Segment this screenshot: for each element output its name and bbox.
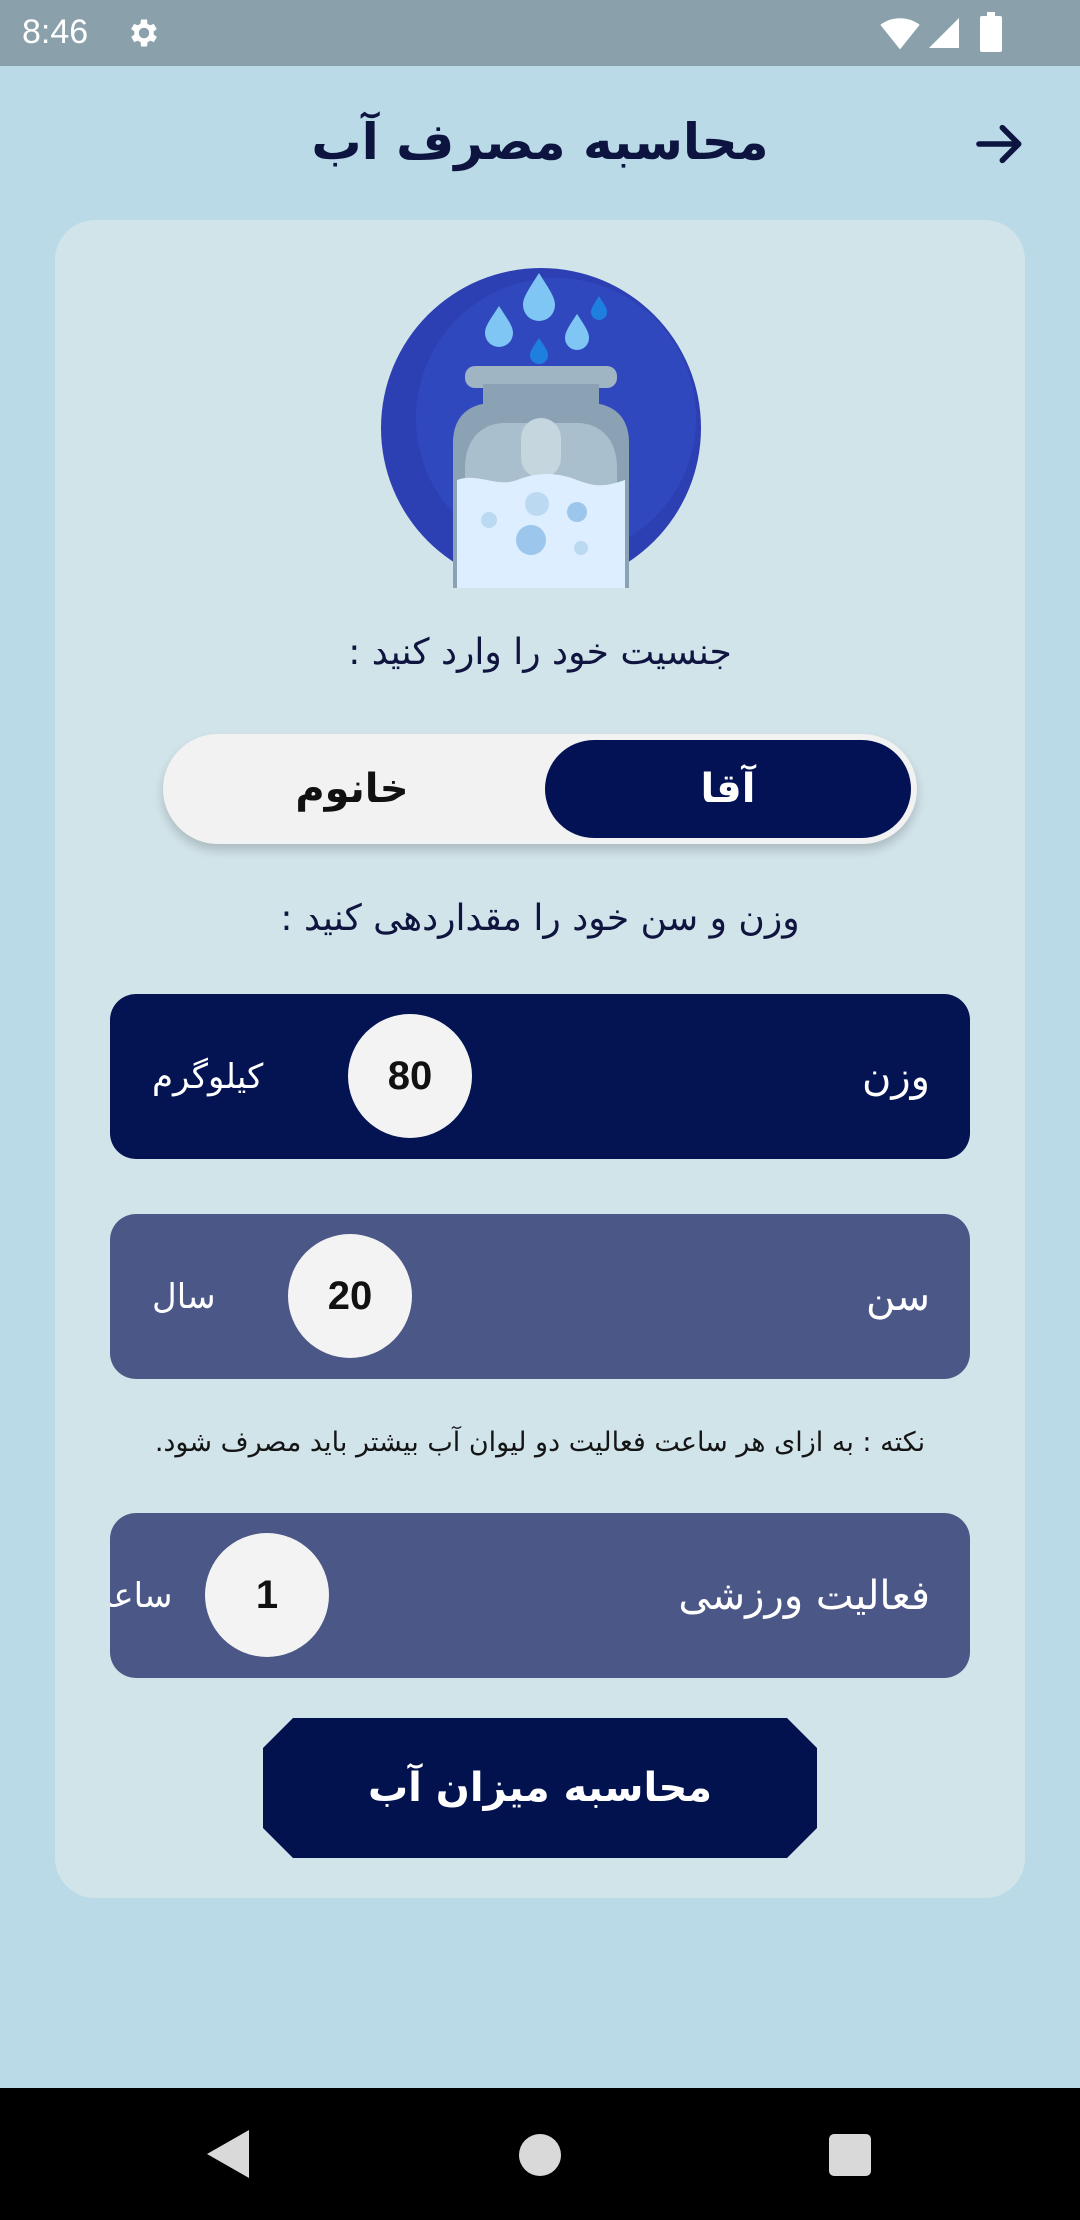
age-slider[interactable]: سن 20 سال xyxy=(110,1214,970,1379)
status-time: 8:46 xyxy=(22,13,89,51)
arrow-right-icon[interactable] xyxy=(972,116,1028,172)
age-value-knob[interactable]: 20 xyxy=(288,1234,412,1358)
weight-value-knob[interactable]: 80 xyxy=(348,1014,472,1138)
activity-value-knob[interactable]: 1 xyxy=(205,1533,329,1657)
signal-icon xyxy=(929,18,959,48)
water-jar-illustration xyxy=(381,268,701,588)
weight-label: وزن xyxy=(861,1053,930,1100)
weight-slider[interactable]: وزن 80 کیلوگرم xyxy=(110,994,970,1159)
activity-label: فعالیت ورزشی xyxy=(678,1572,930,1619)
calculator-card: جنسیت خود را وارد کنید : آقا خانوم وزن و… xyxy=(55,220,1025,1898)
recents-square-icon[interactable] xyxy=(829,2134,871,2176)
gender-option-female[interactable]: خانوم xyxy=(169,740,535,838)
age-unit: سال xyxy=(152,1276,216,1317)
gender-toggle[interactable]: آقا خانوم xyxy=(163,734,917,844)
home-circle-icon[interactable] xyxy=(519,2134,561,2176)
navigation-bar xyxy=(0,2088,1080,2220)
gender-prompt: جنسیت خود را وارد کنید : xyxy=(348,632,732,673)
wifi-icon xyxy=(880,18,920,50)
page-title: محاسبه مصرف آب xyxy=(311,113,769,171)
calculate-button[interactable]: محاسبه میزان آب xyxy=(263,1718,817,1858)
header: محاسبه مصرف آب xyxy=(0,66,1080,216)
activity-slider[interactable]: فعالیت ورزشی ساعت 1 xyxy=(110,1513,970,1678)
weight-unit: کیلوگرم xyxy=(152,1056,264,1097)
settings-gear-icon xyxy=(131,19,157,47)
age-label: سن xyxy=(866,1273,930,1320)
back-triangle-icon[interactable] xyxy=(204,2128,254,2180)
activity-note: نکته : به ازای هر ساعت فعالیت دو لیوان آ… xyxy=(154,1427,926,1458)
status-bar: 8:46 xyxy=(0,0,1080,66)
gender-option-male[interactable]: آقا xyxy=(545,740,911,838)
activity-unit: ساعت xyxy=(110,1575,173,1616)
battery-icon xyxy=(980,12,1002,52)
weight-age-prompt: وزن و سن خود را مقداردهی کنید : xyxy=(280,898,800,939)
